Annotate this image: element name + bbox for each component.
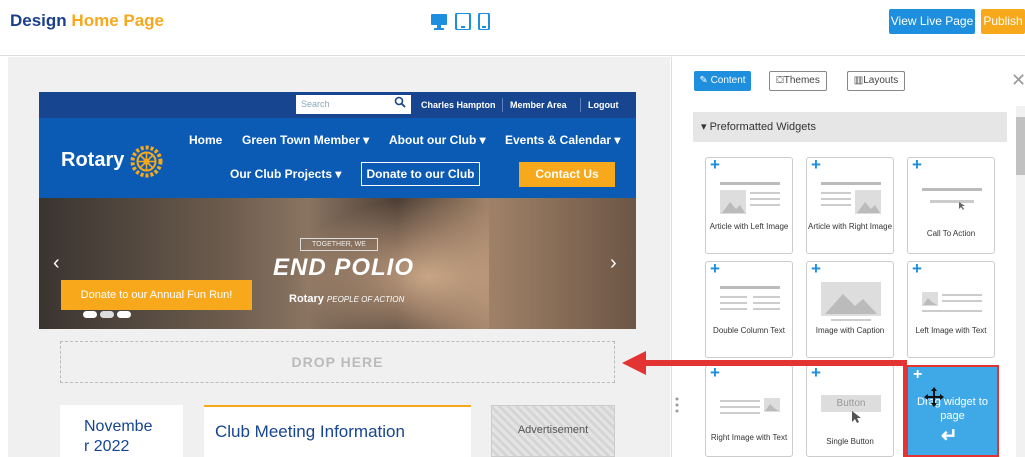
widget-label: Article with Left Image [709,222,789,231]
widget-left-image-with-text[interactable]: + Left Image with Text [907,259,995,358]
add-icon: + [912,155,922,174]
carousel-dot[interactable] [100,311,114,318]
nav-green-town-member[interactable]: Green Town Member ▾ [242,133,369,147]
widget-label: Single Button [826,437,874,446]
edit-icon: ✎ [699,75,708,86]
chevron-right-icon[interactable]: › [610,252,617,275]
add-icon: + [912,259,922,278]
chevron-down-icon: ▾ [614,133,621,147]
advertisement-placeholder: Advertisement [491,405,615,457]
nav-home[interactable]: Home [189,133,222,147]
arrow-annotation-connector [903,363,907,457]
drag-arrow-annotation [622,351,907,375]
mobile-icon[interactable] [478,13,490,30]
accordion-preformatted-widgets[interactable]: ▾ Preformatted Widgets [693,112,1007,142]
meeting-card: Club Meeting Information [204,405,471,457]
resize-grip-icon[interactable] [675,397,679,413]
logout-link[interactable]: Logout [588,100,619,110]
move-icon [924,387,944,407]
add-icon: + [710,259,720,278]
tab-content[interactable]: ✎ Content [694,71,751,91]
tablet-icon[interactable] [455,13,471,30]
widget-article-left-image[interactable]: + Article with Left Image [705,155,793,254]
site-utility-bar: Search Charles Hampton Member Area Logou… [39,92,636,118]
chevron-down-icon: ▾ [701,121,707,133]
carousel-dot[interactable] [83,311,97,318]
search-icon[interactable] [394,96,406,108]
tab-layouts[interactable]: ▥Layouts [847,71,905,91]
widget-label: Article with Right Image [807,222,893,231]
member-area-link[interactable]: Member Area [510,100,567,110]
widget-preview [922,292,982,312]
add-icon: + [710,155,720,174]
widget-label: Call To Action [926,229,976,238]
widget-preview [720,182,780,214]
hero-sub-logo: Rotary PEOPLE OF ACTION [289,293,405,305]
widget-label: Left Image with Text [915,326,987,335]
drop-zone[interactable]: DROP HERE [60,341,615,383]
widget-label: Image with Caption [815,326,885,335]
view-live-page-button[interactable]: View Live Page [889,9,975,34]
rotary-logo[interactable]: Rotary [61,149,124,172]
divider [502,98,503,112]
chevron-down-icon: ▾ [363,133,370,147]
chevron-down-icon: ▾ [479,133,486,147]
widget-preview [821,282,881,321]
tab-themes[interactable]: ⛋Themes [769,71,827,91]
widget-preview [821,182,881,214]
carousel-dot[interactable] [117,311,131,318]
contact-us-button[interactable]: Contact Us [519,162,615,187]
theme-icon: ⛋ [776,75,784,86]
donate-button[interactable]: Donate to our Club [361,162,480,186]
scrollbar-thumb[interactable] [1016,117,1025,175]
layout-icon: ▥ [853,75,864,86]
widget-double-column-text[interactable]: + Double Column Text [705,259,793,358]
widget-image-with-caption[interactable]: + Image with Caption [806,259,894,358]
widget-label: Double Column Text [713,326,785,335]
hero-tagline: TOGETHER, WE [300,238,378,251]
widget-article-right-image[interactable]: + Article with Right Image [806,155,894,254]
add-icon: + [811,259,821,278]
meeting-title: Club Meeting Information [215,422,405,441]
add-icon: + [811,155,821,174]
chevron-left-icon[interactable]: ‹ [53,252,60,275]
drag-widget-hint[interactable]: + Drag widget to page ↵ [906,365,999,457]
widget-label: Right Image with Text [710,433,788,442]
nav-our-club-projects[interactable]: Our Club Projects ▾ [230,167,341,181]
drag-hint-label: Drag widget to page [917,396,988,422]
widget-preview [720,398,780,414]
divider [580,98,581,112]
add-icon: + [913,366,923,383]
fun-run-button[interactable]: Donate to our Annual Fun Run! [61,280,252,310]
hero-title: END POLIO [273,254,415,281]
desktop-icon[interactable] [431,13,447,30]
chevron-down-icon: ▾ [335,167,342,181]
page-title: Design Home Page [10,11,165,30]
close-icon[interactable]: ✕ [1011,70,1025,91]
nav-about-our-club[interactable]: About our Club ▾ [389,133,486,147]
date-label: November 2022 [84,418,153,455]
rotary-wheel-icon [130,145,163,178]
widget-preview [720,286,780,310]
site-preview: Search Charles Hampton Member Area Logou… [39,92,636,457]
user-name-link[interactable]: Charles Hampton [421,100,496,110]
nav-events-calendar[interactable]: Events & Calendar ▾ [505,133,620,147]
enter-icon: ↵ [941,425,958,447]
advertisement-label: Advertisement [517,424,589,436]
publish-button[interactable]: Publish [981,9,1025,34]
widget-call-to-action[interactable]: + Call To Action [907,155,995,254]
widget-preview [922,188,982,210]
cursor-icon [852,411,861,423]
hero-banner: TOGETHER, WE END POLIO Rotary PEOPLE OF … [39,198,636,329]
date-card: November 2022 [60,405,183,457]
